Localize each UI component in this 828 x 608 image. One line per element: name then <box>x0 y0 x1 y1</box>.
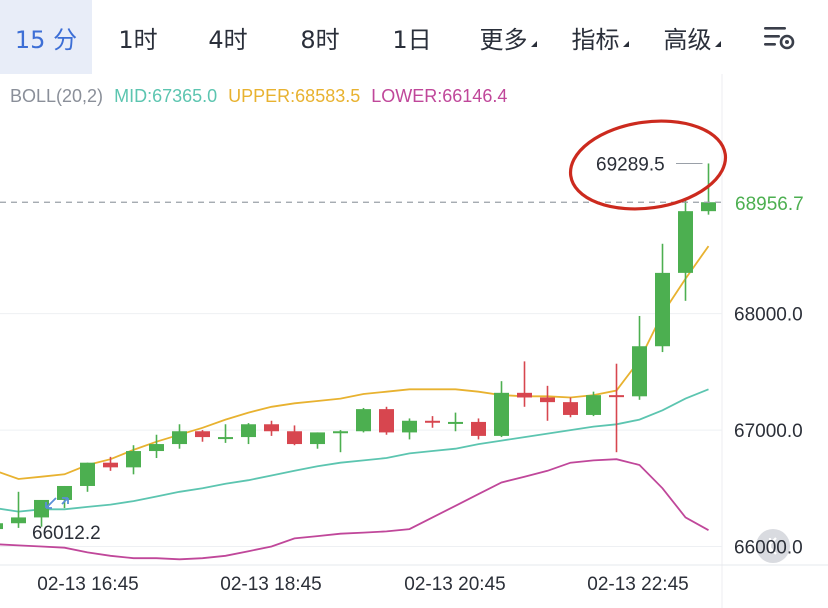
candle <box>563 397 578 418</box>
candle <box>356 407 371 433</box>
candle <box>609 363 624 453</box>
candlestick-chart[interactable]: 68956.7 69289.5 66012.2 68000.0 67000.0 6600… <box>0 74 828 608</box>
dropdown-triangle-icon <box>530 41 537 47</box>
candle-body <box>287 431 302 445</box>
current-price-tag: 68956.7 <box>735 194 804 215</box>
candle <box>632 315 647 400</box>
candle-body <box>425 420 440 423</box>
candle-body <box>195 431 210 438</box>
candle <box>655 243 670 353</box>
candle-body <box>632 346 647 397</box>
candle <box>310 432 325 449</box>
candle <box>448 412 463 432</box>
candle <box>586 391 601 417</box>
candle-body <box>333 431 348 434</box>
tab-label: 指标 <box>571 25 620 54</box>
tab-4h[interactable]: 4时 <box>190 0 266 74</box>
candle-body <box>264 424 279 432</box>
candle-body <box>103 462 118 468</box>
y-tick-label: 67000.0 <box>734 421 803 442</box>
candle-body <box>172 431 187 445</box>
x-tick-label: 02-13 20:45 <box>404 574 505 595</box>
candle <box>494 381 509 438</box>
candle-body <box>126 451 141 468</box>
candle-body <box>11 517 26 524</box>
dropdown-triangle-icon <box>622 41 629 47</box>
x-tick-label: 02-13 22:45 <box>587 574 688 595</box>
candle <box>540 385 555 421</box>
y-tick-label: 68000.0 <box>734 305 803 326</box>
tab-advanced-dropdown[interactable]: 高级 <box>650 0 734 74</box>
candle-body <box>448 421 463 424</box>
candle-body <box>655 272 670 347</box>
candle <box>195 430 210 442</box>
candle-body <box>241 424 256 438</box>
tab-more-dropdown[interactable]: 更多 <box>466 0 550 74</box>
candle <box>333 430 348 453</box>
y-tick-label: 66000.0 <box>734 538 803 559</box>
candle-body <box>471 421 486 436</box>
low-price-label: 66012.2 <box>32 523 101 544</box>
tab-label: 4时 <box>208 25 248 54</box>
candle <box>11 491 26 528</box>
high-price-label: 69289.5 <box>596 154 665 175</box>
tab-1h[interactable]: 1时 <box>100 0 176 74</box>
candle <box>218 424 233 443</box>
chart-settings-button[interactable] <box>760 20 800 56</box>
chart-settings-icon <box>764 27 795 50</box>
candle-body <box>356 409 371 432</box>
candle <box>517 361 532 407</box>
candle <box>379 406 394 435</box>
candle-body <box>218 437 233 440</box>
boll-mid-line <box>0 388 709 513</box>
candle-body <box>678 211 693 273</box>
tab-15m[interactable]: 15 分 <box>0 0 92 74</box>
candle <box>126 445 141 475</box>
candle-body <box>80 462 95 486</box>
candle <box>172 424 187 449</box>
candle <box>103 456 118 471</box>
candle <box>241 423 256 445</box>
candle-body <box>379 409 394 433</box>
candle-body <box>609 395 624 398</box>
candle-body <box>540 397 555 403</box>
timeframe-tabbar: 15 分 1时 4时 8时 1日 更多 指标 高级 <box>0 0 828 74</box>
candle <box>287 425 302 446</box>
candle-body <box>402 420 417 433</box>
tab-label: 更多 <box>479 25 528 54</box>
candle <box>80 462 95 492</box>
candle <box>471 418 486 440</box>
x-tick-label: 02-13 16:45 <box>37 574 138 595</box>
tab-8h[interactable]: 8时 <box>282 0 358 74</box>
candle <box>0 523 3 530</box>
dropdown-triangle-icon <box>714 41 721 47</box>
tab-label: 15 分 <box>14 25 78 54</box>
candle <box>425 416 440 428</box>
x-tick-label: 02-13 18:45 <box>220 574 321 595</box>
boll-bands <box>0 245 710 561</box>
tab-label: 高级 <box>663 25 712 54</box>
candle-body <box>310 432 325 445</box>
tab-label: 1日 <box>392 25 432 54</box>
candle-body <box>517 392 532 398</box>
tab-indicators-dropdown[interactable]: 指标 <box>558 0 642 74</box>
chart-overlays: 68956.7 69289.5 66012.2 <box>0 119 804 563</box>
candle-body <box>494 392 509 436</box>
tab-1d[interactable]: 1日 <box>374 0 450 74</box>
candle <box>149 434 164 459</box>
candle-body <box>563 402 578 415</box>
candles <box>0 163 716 530</box>
candle <box>264 420 279 436</box>
tab-label: 1时 <box>118 25 158 54</box>
candle <box>57 485 72 509</box>
candle-body <box>586 395 601 415</box>
candle <box>402 418 417 440</box>
candle-body <box>149 444 164 452</box>
boll-lower-line <box>0 458 709 561</box>
boll-upper-line <box>0 245 710 480</box>
tab-label: 8时 <box>300 25 340 54</box>
candle-body <box>0 523 3 530</box>
candle-body <box>701 202 716 212</box>
